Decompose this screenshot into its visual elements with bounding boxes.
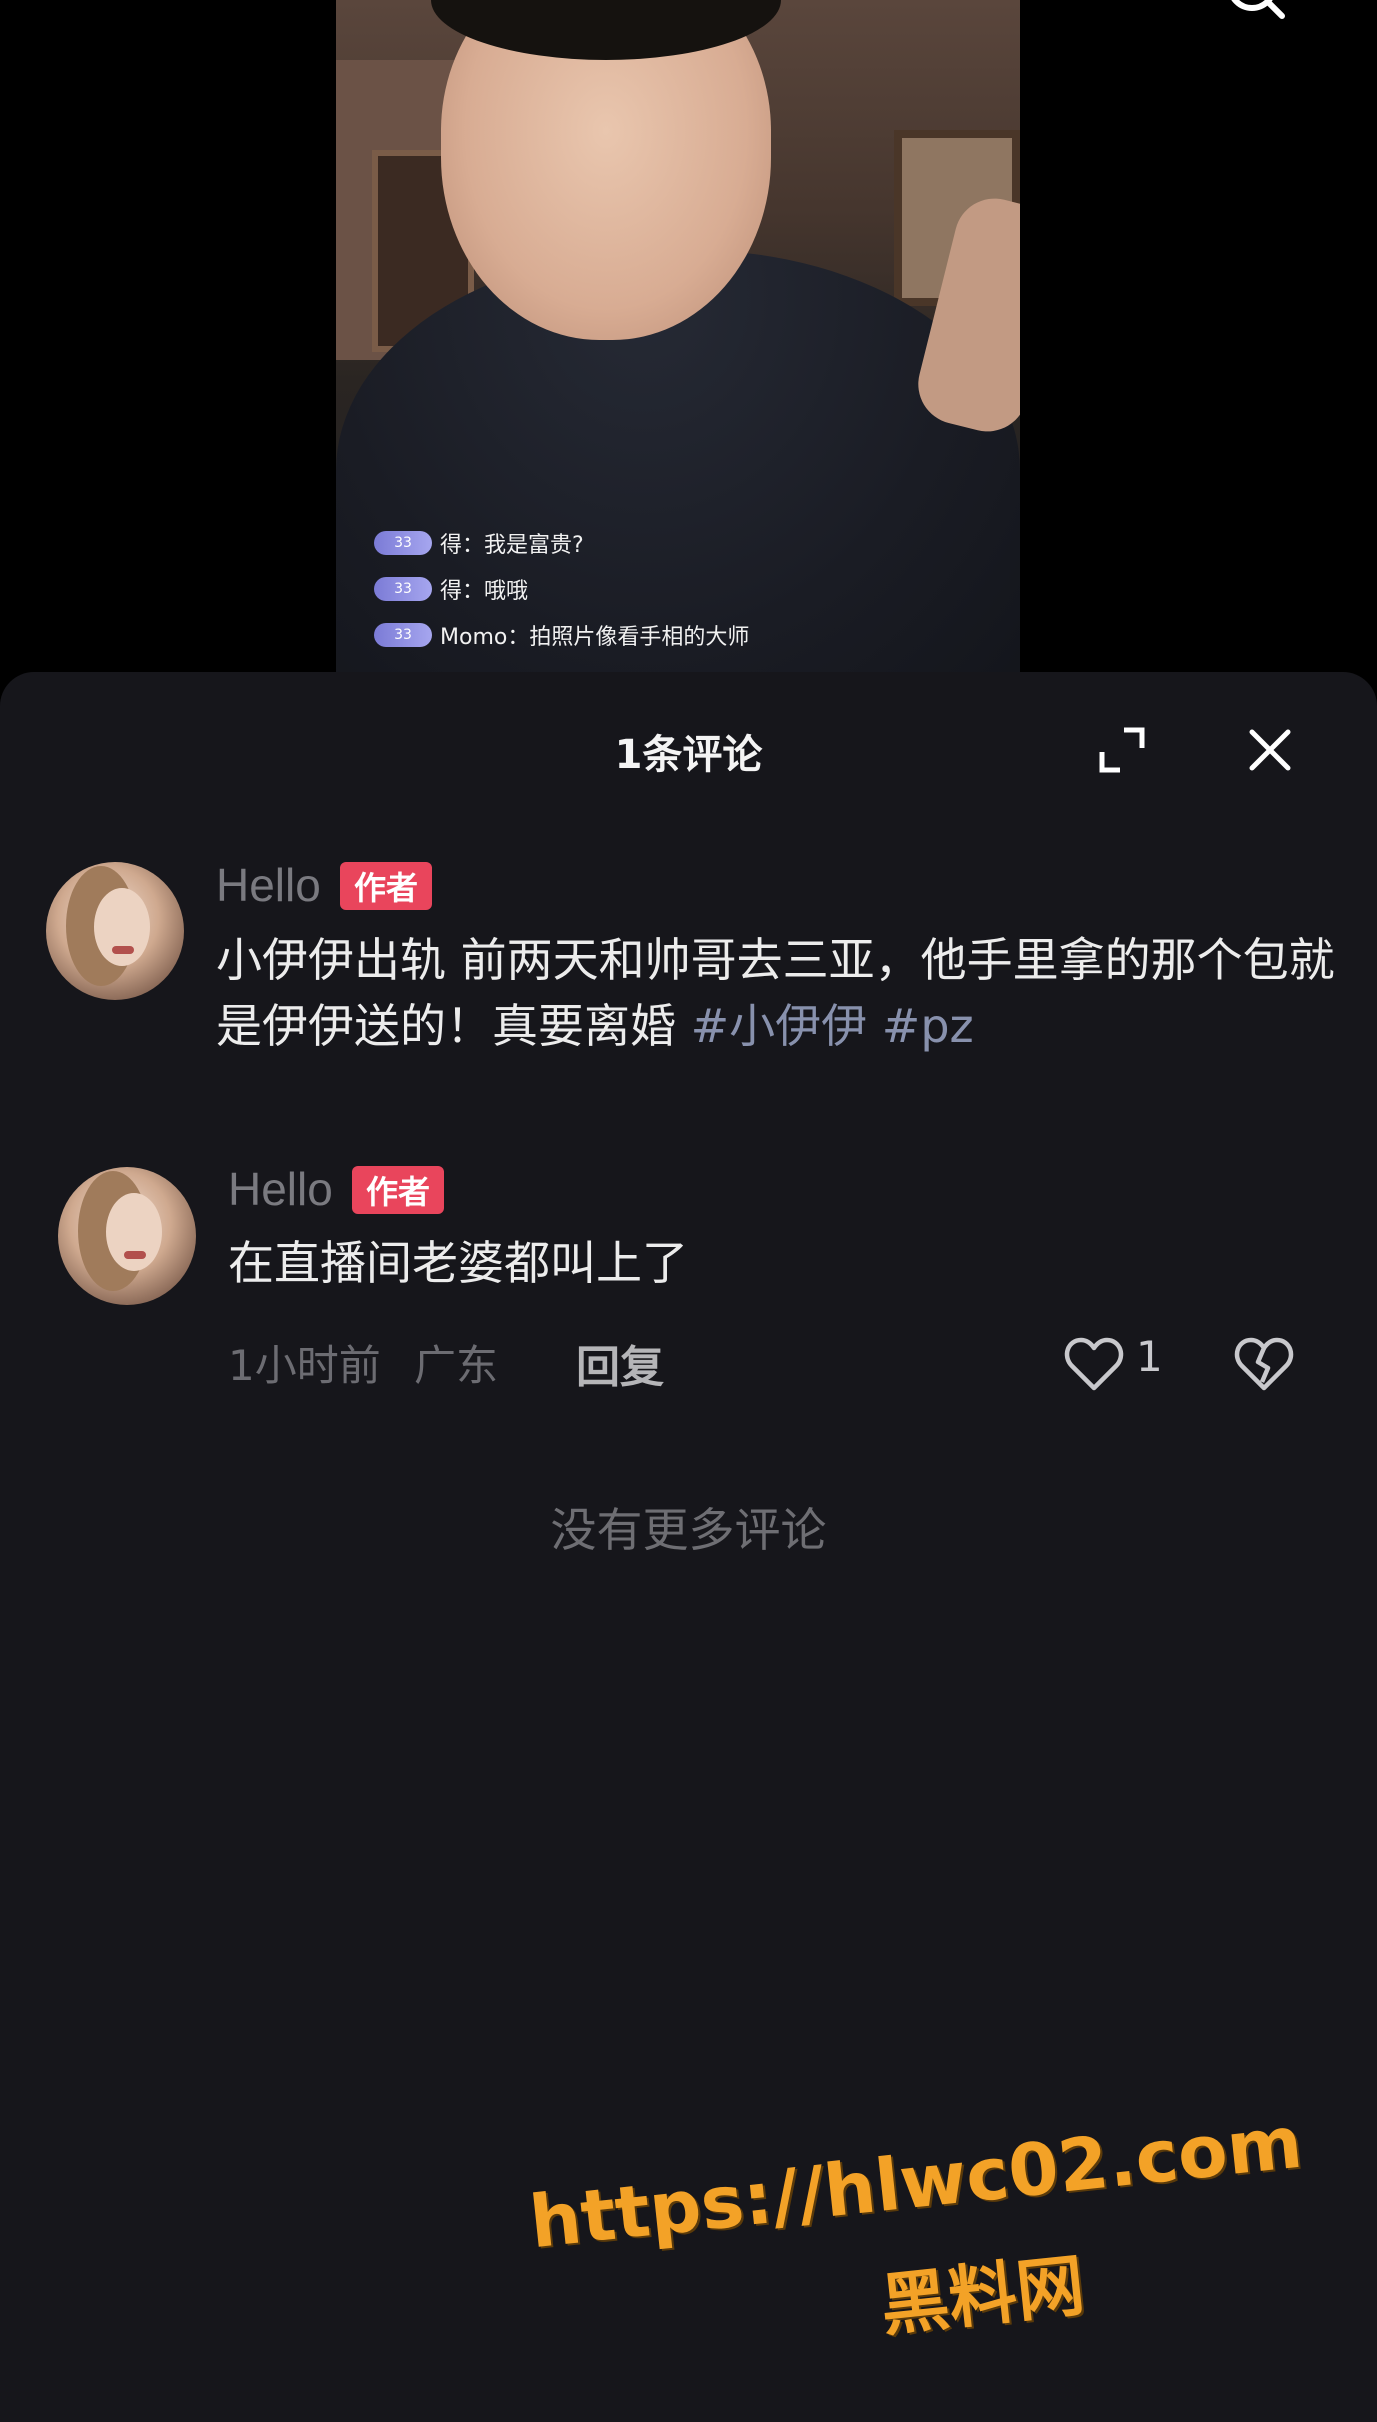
broken-heart-icon[interactable] [1234,1336,1294,1392]
search-icon[interactable] [1216,0,1286,32]
author-badge: 作者 [340,862,432,910]
live-video-area[interactable]: 33 得：我是富贵? 33 得：哦哦 33 Momo：拍照片像看手相的大师 [0,0,1377,700]
no-more-comments: 没有更多评论 [550,1503,827,1557]
like-count: 1 [1136,1332,1163,1381]
heart-icon[interactable] [1064,1336,1124,1392]
comment-text[interactable]: 在直播间老婆都叫上了 [228,1230,1358,1296]
comment-text[interactable]: 小伊伊出轨 前两天和帅哥去三亚，他手里拿的那个包就是伊伊送的！真要离婚 #小伊伊… [216,927,1346,1059]
comment-username[interactable]: Hello [216,858,321,912]
reply-button[interactable]: 回复 [576,1331,664,1395]
danmu-text: 得：我是富贵? [440,533,584,558]
close-icon[interactable] [1244,724,1296,776]
danmu-item: 33 得：我是富贵? [374,520,994,566]
avatar[interactable] [46,862,184,1000]
danmu-text: 得：哦哦 [440,579,529,604]
level-badge: 33 [374,577,432,601]
watermark-site-name: 黑料网 [877,2246,1089,2347]
danmu-list: 33 得：我是富贵? 33 得：哦哦 33 Momo：拍照片像看手相的大师 [374,520,994,658]
level-badge: 33 [374,623,432,647]
danmu-item: 33 得：哦哦 [374,566,994,612]
hashtag-link[interactable]: #pz [882,999,974,1053]
expand-icon[interactable] [1096,724,1148,776]
avatar[interactable] [58,1167,196,1305]
comment-time: 1小时前 [228,1341,381,1390]
comment-count-title: 1条评论 [614,732,763,778]
author-badge: 作者 [352,1166,444,1214]
danmu-item: 33 Momo：拍照片像看手相的大师 [374,612,994,658]
live-video-frame[interactable]: 33 得：我是富贵? 33 得：哦哦 33 Momo：拍照片像看手相的大师 [336,0,1020,690]
danmu-text: Momo：拍照片像看手相的大师 [440,625,750,650]
comment-location: 广东 [414,1341,499,1390]
hashtag-link[interactable]: #小伊伊 [691,999,868,1053]
comment-username[interactable]: Hello [228,1162,333,1216]
level-badge: 33 [374,531,432,555]
